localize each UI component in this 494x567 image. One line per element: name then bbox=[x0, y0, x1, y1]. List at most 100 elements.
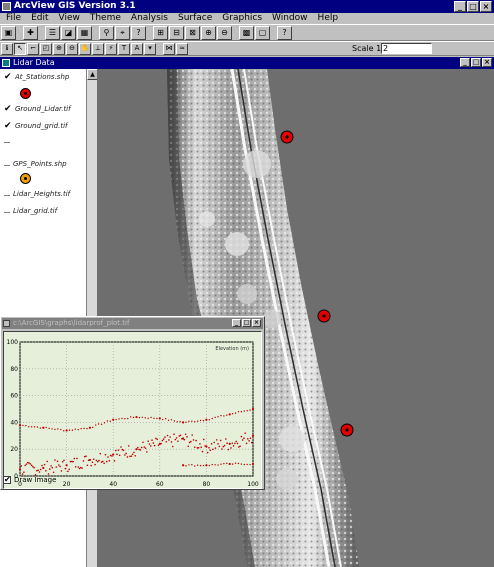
data-point bbox=[113, 460, 116, 462]
contour-tool-icon[interactable]: ≈ bbox=[176, 42, 188, 55]
theme-visibility-checkbox[interactable] bbox=[4, 209, 10, 213]
toc-theme-item[interactable] bbox=[4, 139, 10, 143]
find-button[interactable]: ⚲ bbox=[99, 25, 114, 40]
vertex-edit-tool-icon[interactable]: ⌐ bbox=[27, 42, 39, 55]
theme-visibility-checkbox[interactable]: ✔ bbox=[4, 105, 12, 114]
data-point bbox=[21, 473, 24, 475]
theme-visibility-checkbox[interactable] bbox=[4, 192, 10, 196]
draw-image-checkbox[interactable]: ✔ bbox=[3, 476, 11, 484]
data-point bbox=[251, 462, 255, 466]
data-point bbox=[73, 457, 76, 460]
save-project-button[interactable]: ▣ bbox=[1, 25, 16, 40]
menu-help[interactable]: Help bbox=[313, 13, 344, 24]
theme-visibility-checkbox[interactable]: ✔ bbox=[4, 122, 12, 131]
view-close-button[interactable]: × bbox=[482, 58, 492, 67]
open-table-button[interactable]: ▦ bbox=[77, 25, 92, 40]
plot-close-button[interactable]: × bbox=[252, 319, 261, 327]
profile-chart-area: 0 20 40 60 80 100 0 20 40 60 80 100 Elevation (m) bbox=[3, 331, 262, 489]
data-point bbox=[199, 443, 201, 445]
toc-theme-item[interactable]: Lidar_grid.tif bbox=[4, 207, 57, 215]
data-point bbox=[39, 468, 42, 471]
identify-tool-icon[interactable]: ℹ bbox=[1, 42, 13, 55]
data-point bbox=[122, 449, 125, 452]
data-point bbox=[167, 419, 170, 422]
zoom-full-extent-button[interactable]: ⊞ bbox=[153, 25, 168, 40]
query-builder-button[interactable]: ? bbox=[131, 25, 146, 40]
text-tool-icon[interactable]: A bbox=[131, 42, 143, 55]
data-point bbox=[142, 441, 144, 444]
data-point bbox=[157, 444, 160, 447]
add-theme-button[interactable]: ✚ bbox=[23, 25, 38, 40]
data-point bbox=[231, 412, 234, 415]
draw-tool-icon[interactable]: ▾ bbox=[144, 42, 156, 55]
theme-visibility-checkbox[interactable]: ✔ bbox=[4, 73, 12, 82]
measure-tool-icon[interactable]: ⟂ bbox=[92, 42, 104, 55]
minimize-button[interactable]: _ bbox=[454, 1, 466, 12]
view-icon[interactable] bbox=[2, 59, 10, 67]
station-marker-1[interactable] bbox=[280, 130, 294, 144]
zoom-in-button[interactable]: ⊕ bbox=[201, 25, 216, 40]
menu-view[interactable]: View bbox=[54, 13, 85, 24]
data-point bbox=[183, 438, 186, 441]
data-point bbox=[199, 419, 202, 422]
profile-plot-window[interactable]: c:\ArcGIS\graphs\lidarprof_plot.tif _ □ … bbox=[0, 316, 265, 490]
menu-edit[interactable]: Edit bbox=[26, 13, 53, 24]
theme-visibility-checkbox[interactable] bbox=[4, 162, 10, 166]
menu-theme[interactable]: Theme bbox=[85, 13, 126, 24]
arcview-app-icon[interactable] bbox=[2, 2, 11, 11]
hotlink-tool-icon[interactable]: ⚡ bbox=[105, 42, 117, 55]
draw-image-option[interactable]: ✔ Draw Image bbox=[3, 476, 56, 484]
locate-button[interactable]: ⌖ bbox=[115, 25, 130, 40]
toc-theme-item[interactable]: Lidar_Heights.tif bbox=[4, 190, 70, 198]
profile-tool-icon[interactable]: ⋈ bbox=[163, 42, 175, 55]
zoom-selected-button[interactable]: ⊠ bbox=[185, 25, 200, 40]
station-marker-2[interactable] bbox=[317, 309, 331, 323]
menu-window[interactable]: Window bbox=[267, 13, 313, 24]
data-point bbox=[177, 440, 179, 442]
data-point bbox=[241, 439, 244, 441]
menu-analysis[interactable]: Analysis bbox=[126, 13, 173, 24]
help-button[interactable]: ? bbox=[277, 25, 292, 40]
toc-theme-item[interactable]: ✔ Ground_Lidar.tif bbox=[4, 105, 71, 114]
data-point bbox=[212, 448, 214, 451]
data-point bbox=[80, 427, 82, 430]
zoom-out-button[interactable]: ⊖ bbox=[217, 25, 232, 40]
select-feature-tool-icon[interactable]: ◰ bbox=[40, 42, 52, 55]
data-point bbox=[225, 438, 227, 440]
theme-properties-button[interactable]: ☰ bbox=[45, 25, 60, 40]
plot-maximize-button[interactable]: □ bbox=[242, 319, 251, 327]
menu-graphics[interactable]: Graphics bbox=[217, 13, 267, 24]
toc-theme-item[interactable]: ✔ Ground_grid.tif bbox=[4, 122, 68, 131]
zoom-in-tool-icon[interactable]: ⊕ bbox=[53, 42, 65, 55]
scale-input[interactable] bbox=[381, 43, 432, 54]
view-maximize-button[interactable]: □ bbox=[471, 58, 481, 67]
data-point bbox=[51, 428, 53, 430]
pointer-tool-icon[interactable]: ↖ bbox=[14, 42, 26, 55]
toc-theme-item[interactable]: GPS_Points.shp bbox=[4, 160, 67, 168]
edit-legend-button[interactable]: ◪ bbox=[61, 25, 76, 40]
select-features-button[interactable]: ▩ bbox=[239, 25, 254, 40]
data-point bbox=[103, 422, 106, 424]
data-point bbox=[244, 432, 247, 434]
view-minimize-button[interactable]: _ bbox=[460, 58, 470, 67]
station-marker-3[interactable] bbox=[340, 423, 354, 437]
label-tool-icon[interactable]: T bbox=[118, 42, 130, 55]
maximize-button[interactable]: □ bbox=[467, 1, 479, 12]
data-point bbox=[143, 446, 146, 448]
zoom-active-themes-button[interactable]: ⊟ bbox=[169, 25, 184, 40]
plot-minimize-button[interactable]: _ bbox=[232, 319, 241, 327]
theme-visibility-checkbox[interactable] bbox=[4, 139, 10, 143]
data-point bbox=[231, 463, 234, 465]
menu-surface[interactable]: Surface bbox=[173, 13, 217, 24]
toc-theme-item[interactable]: ✔ At_Stations.shp bbox=[4, 73, 69, 82]
clear-selection-button[interactable]: ▢ bbox=[255, 25, 270, 40]
pan-tool-icon[interactable]: ✋ bbox=[79, 42, 91, 55]
data-point bbox=[237, 462, 240, 465]
data-point bbox=[133, 451, 135, 454]
zoom-out-tool-icon[interactable]: ⊖ bbox=[66, 42, 78, 55]
menu-file[interactable]: File bbox=[1, 13, 26, 24]
data-point bbox=[118, 454, 121, 457]
close-button[interactable]: × bbox=[480, 1, 492, 12]
image-icon[interactable] bbox=[3, 320, 10, 327]
data-point bbox=[231, 442, 234, 444]
